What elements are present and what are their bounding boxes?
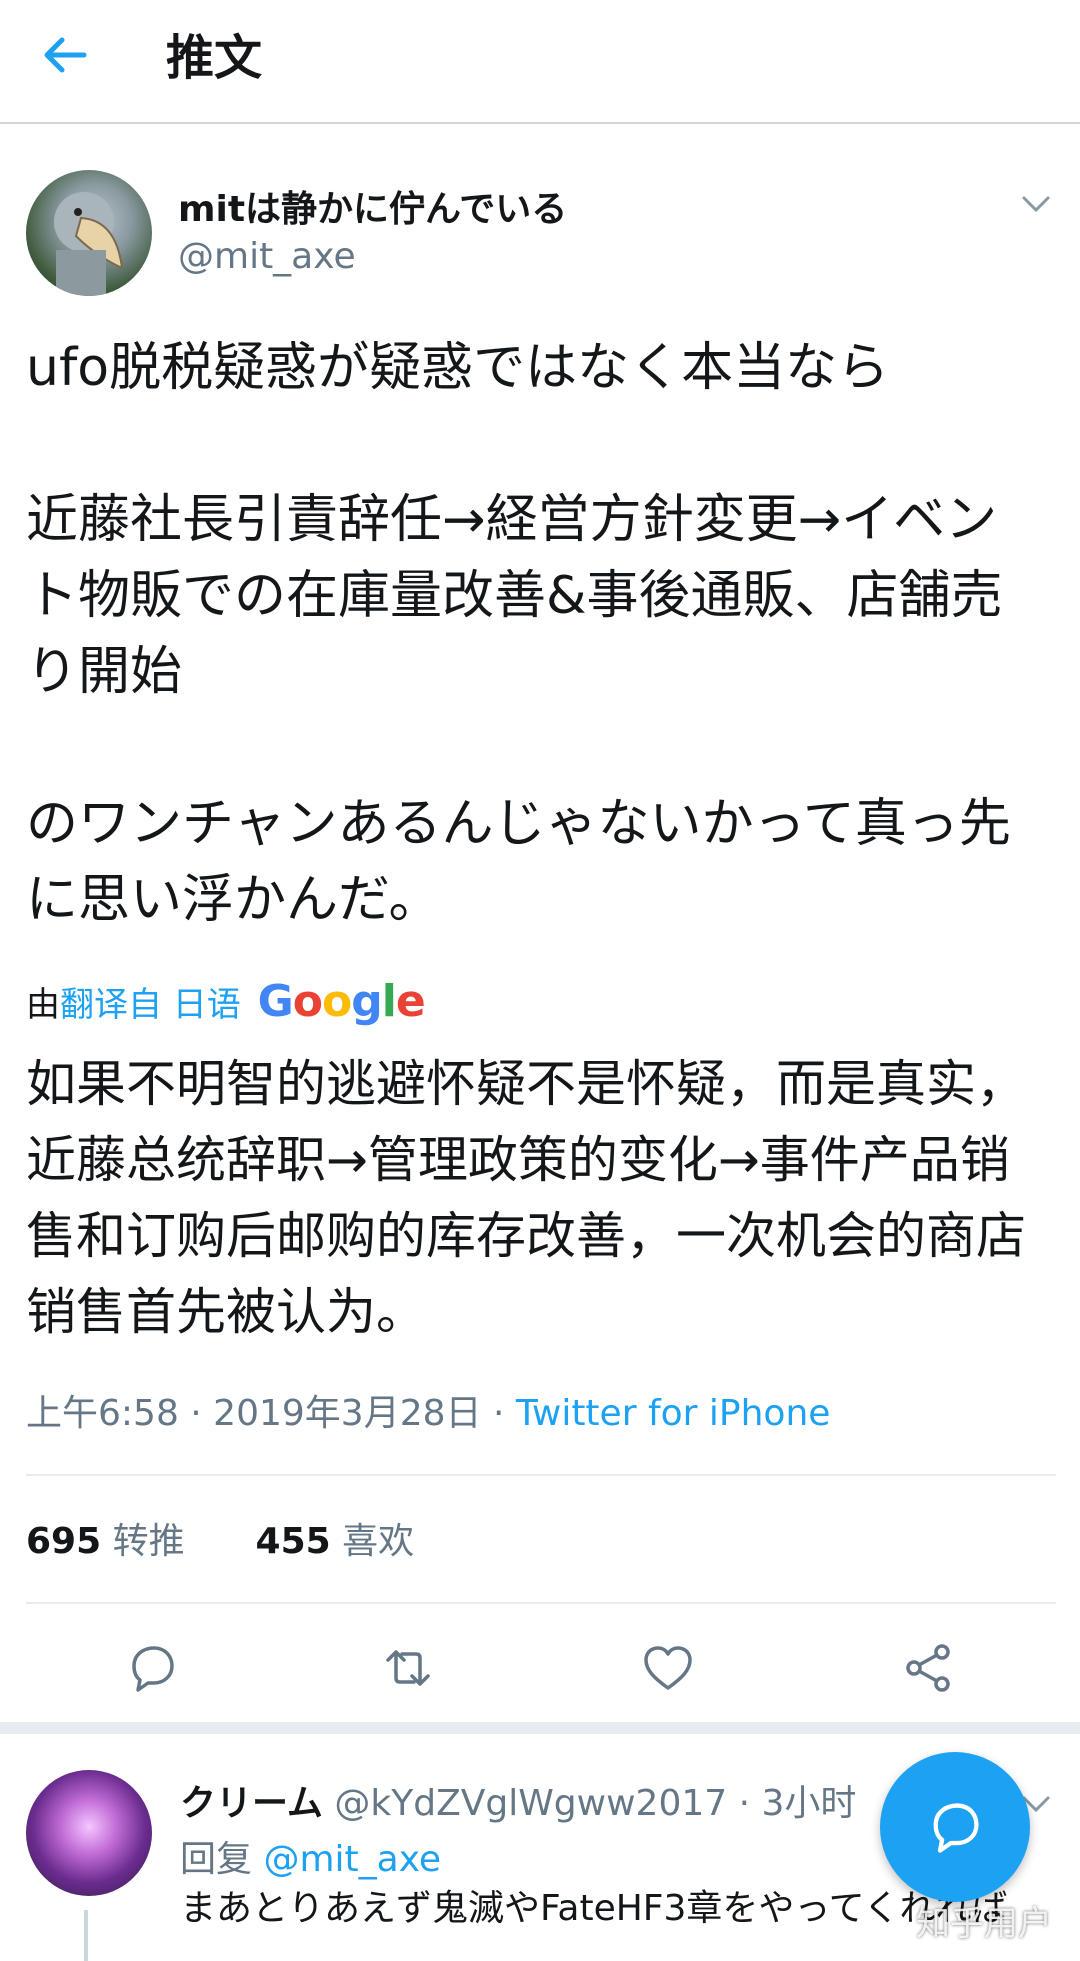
google-logo: Google bbox=[257, 976, 426, 1027]
reply-text: まあとりあえず鬼滅やFateHF3章をやってくれれば bbox=[180, 1888, 1008, 1929]
reply-time: · 3小时 bbox=[727, 1783, 857, 1824]
back-arrow-icon[interactable] bbox=[40, 30, 90, 80]
timestamp: 上午6:58 · 2019年3月28日 · bbox=[26, 1393, 516, 1434]
share-icon[interactable] bbox=[900, 1640, 956, 1696]
reply-author-name[interactable]: クリーム bbox=[180, 1783, 323, 1824]
reply-prefix: 回复 bbox=[180, 1839, 264, 1880]
tweet-meta: 上午6:58 · 2019年3月28日 · Twitter for iPhone bbox=[26, 1384, 830, 1436]
engagement-stats: 695 转推 455 喜欢 bbox=[26, 1512, 414, 1564]
reply-author-avatar[interactable] bbox=[26, 1770, 152, 1896]
translation-attribution: 由翻译自 日语 Google bbox=[26, 976, 426, 1027]
translate-prefix: 由 bbox=[26, 985, 60, 1025]
retweets-label[interactable]: 转推 bbox=[113, 1521, 185, 1562]
replying-to: 回复 @mit_axe bbox=[180, 1830, 441, 1882]
reply-header: クリーム @kYdZVglWgww2017 · 3小时 bbox=[180, 1774, 856, 1826]
like-heart-icon[interactable] bbox=[640, 1640, 696, 1696]
compose-reply-button[interactable] bbox=[880, 1752, 1030, 1902]
author-avatar[interactable] bbox=[26, 170, 152, 296]
author-handle[interactable]: @mit_axe bbox=[178, 236, 356, 277]
translated-text: 如果不明智的逃避怀疑不是怀疑，而是真实，近藤总统辞职→管理政策的变化→事件产品销… bbox=[26, 1055, 1026, 1341]
likes-label[interactable]: 喜欢 bbox=[342, 1521, 414, 1562]
retweets-count[interactable]: 695 bbox=[26, 1521, 101, 1562]
source-link[interactable]: Twitter for iPhone bbox=[516, 1393, 831, 1434]
divider bbox=[26, 1602, 1056, 1604]
top-bar: 推文 bbox=[0, 0, 1080, 124]
likes-count[interactable]: 455 bbox=[256, 1521, 331, 1562]
page-title: 推文 bbox=[166, 30, 263, 86]
divider bbox=[26, 1474, 1056, 1476]
retweet-icon[interactable] bbox=[380, 1640, 436, 1696]
shoebill-avatar-icon bbox=[54, 192, 124, 296]
chevron-down-icon[interactable] bbox=[1018, 186, 1054, 222]
author-name[interactable]: mitは静かに佇んでいる bbox=[178, 180, 567, 232]
reply-bubble-icon bbox=[933, 1803, 979, 1853]
reply-author-handle[interactable]: @kYdZVglWgww2017 bbox=[334, 1783, 727, 1824]
watermark: 知乎用户 bbox=[916, 1904, 1052, 1944]
section-divider bbox=[0, 1722, 1080, 1734]
tweet-text: ufo脱税疑惑が疑惑ではなく本当なら 近藤社長引責辞任→経営方針変更→イベント物… bbox=[26, 338, 1011, 930]
thread-line bbox=[84, 1910, 88, 1961]
reply-to-handle[interactable]: @mit_axe bbox=[263, 1839, 441, 1880]
reply-icon[interactable] bbox=[124, 1640, 180, 1696]
translate-link[interactable]: 翻译自 日语 bbox=[60, 985, 241, 1025]
